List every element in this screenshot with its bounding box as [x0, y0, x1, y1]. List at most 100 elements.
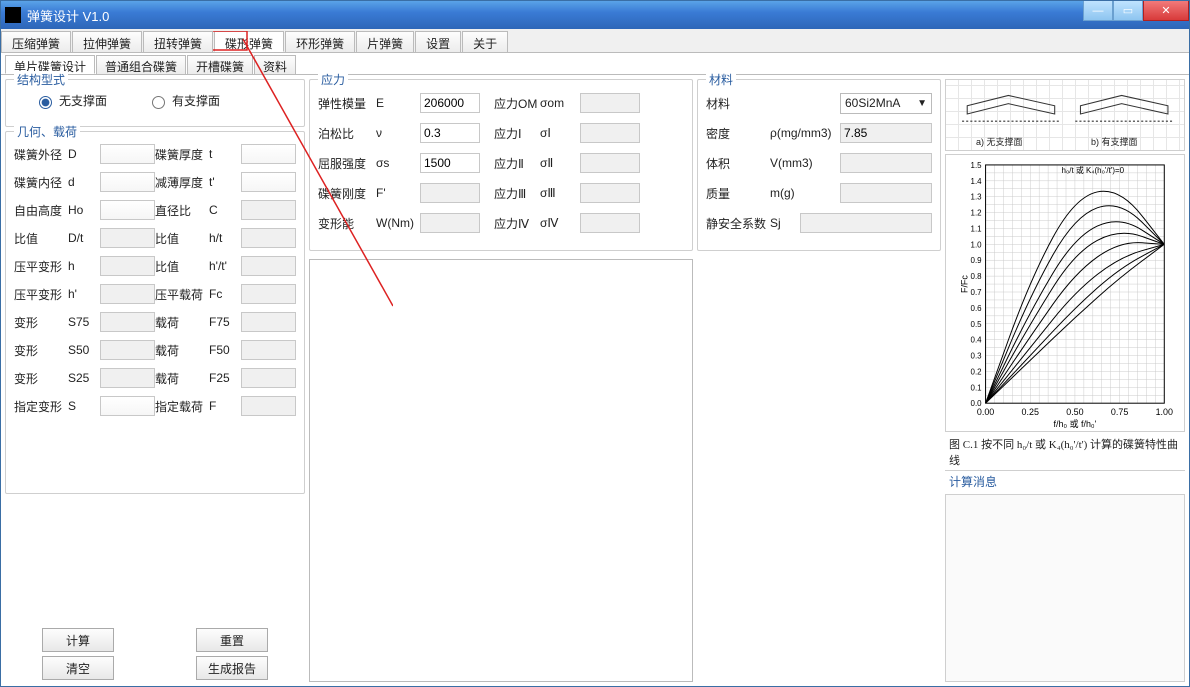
mass-unit: m(g)	[770, 186, 836, 200]
tab-torsion[interactable]: 扭转弹簧	[143, 31, 213, 52]
material-select[interactable]: 60Si2MnA ▼	[840, 93, 932, 114]
geom-symbol: h/t	[209, 231, 237, 245]
preview-panel	[309, 259, 693, 682]
cross-section-diagram: a) 无支撑面 b) 有支撑面	[945, 79, 1185, 151]
close-button[interactable]: ✕	[1143, 1, 1189, 21]
geom-label: 直径比	[155, 202, 205, 219]
titlebar: 弹簧设计 V1.0 — ▭ ✕	[1, 1, 1189, 29]
stress-label: 泊松比	[318, 125, 372, 142]
volume-unit: V(mm3)	[770, 156, 836, 170]
volume-label: 体积	[706, 155, 766, 172]
stress-input-σs[interactable]	[420, 153, 480, 173]
geom-symbol: t	[209, 147, 237, 161]
app-icon	[5, 7, 21, 23]
stress-output-σⅠ	[580, 123, 640, 143]
geom-label: 碟簧厚度	[155, 146, 205, 163]
geom-symbol: S25	[68, 371, 96, 385]
geom-symbol: C	[209, 203, 237, 217]
geom-input-h/t	[241, 228, 296, 248]
svg-text:0.00: 0.00	[977, 407, 994, 417]
geom-label: 比值	[155, 230, 205, 247]
stress-label: 弹性模量	[318, 95, 372, 112]
material-label: 材料	[706, 95, 766, 112]
maximize-button[interactable]: ▭	[1113, 1, 1143, 21]
geom-input-t[interactable]	[241, 144, 296, 164]
stress-label-right: 应力Ⅳ	[494, 215, 540, 232]
geom-label: 压平载荷	[155, 286, 205, 303]
app-title: 弹簧设计 V1.0	[27, 6, 109, 25]
geom-input-h	[100, 256, 155, 276]
radio-with-support[interactable]: 有支撑面	[147, 92, 220, 109]
stress-symbol: ν	[376, 126, 416, 140]
svg-text:0.50: 0.50	[1066, 407, 1083, 417]
geom-input-S75	[100, 312, 155, 332]
svg-text:1.3: 1.3	[971, 193, 983, 202]
stress-label: 屈服强度	[318, 155, 372, 172]
volume-input	[840, 153, 932, 173]
density-input[interactable]	[840, 123, 932, 143]
geom-label: 变形	[14, 314, 64, 331]
geom-symbol: Fc	[209, 287, 237, 301]
geom-input-F75	[241, 312, 296, 332]
tab-disc[interactable]: 碟形弹簧	[214, 31, 284, 52]
geom-label: 载荷	[155, 370, 205, 387]
main-tab-bar: 压缩弹簧 拉伸弹簧 扭转弹簧 碟形弹簧 环形弹簧 片弹簧 设置 关于	[1, 29, 1189, 53]
stress-label-right: 应力Ⅲ	[494, 185, 540, 202]
radio-no-support[interactable]: 无支撑面	[34, 92, 107, 109]
radio-with-support-input[interactable]	[152, 96, 165, 109]
geom-symbol: t'	[209, 175, 237, 189]
chart-box: 0.000.250.500.751.000.00.10.20.30.40.50.…	[945, 154, 1185, 432]
geom-symbol: F25	[209, 371, 237, 385]
geom-input-Ho[interactable]	[100, 200, 155, 220]
geom-symbol: D/t	[68, 231, 96, 245]
stress-input-ν[interactable]	[420, 123, 480, 143]
geom-label: 变形	[14, 370, 64, 387]
geom-input-d[interactable]	[100, 172, 155, 192]
tab-compression[interactable]: 压缩弹簧	[1, 31, 71, 52]
calc-button[interactable]: 计算	[42, 628, 114, 652]
message-box	[945, 494, 1185, 682]
geom-input-D[interactable]	[100, 144, 155, 164]
stress-symbol-right: σom	[540, 96, 580, 110]
report-button[interactable]: 生成报告	[196, 656, 268, 680]
geom-symbol: S50	[68, 343, 96, 357]
geom-input-S[interactable]	[100, 396, 155, 416]
svg-text:0.7: 0.7	[971, 288, 983, 297]
geom-input-F	[241, 396, 296, 416]
stress-label: 碟簧刚度	[318, 185, 372, 202]
geom-input-C	[241, 200, 296, 220]
tab-ring[interactable]: 环形弹簧	[285, 31, 355, 52]
stress-input-F'	[420, 183, 480, 203]
safety-symbol: Sj	[770, 216, 796, 230]
chart-caption: 图 C.1 按不同 h₀/t 或 K₄(h₀'/t') 计算的碟簧特性曲线	[945, 434, 1185, 471]
stress-label-right: 应力OM	[494, 95, 540, 112]
geom-input-h'/t'	[241, 256, 296, 276]
stress-symbol-right: σⅠ	[540, 126, 580, 140]
svg-text:F/Fc: F/Fc	[960, 275, 970, 293]
density-label: 密度	[706, 125, 766, 142]
geom-input-h'	[100, 284, 155, 304]
reset-button[interactable]: 重置	[196, 628, 268, 652]
stress-symbol-right: σⅣ	[540, 216, 580, 230]
subtab-combined[interactable]: 普通组合碟簧	[96, 55, 186, 74]
radio-no-support-input[interactable]	[39, 96, 52, 109]
svg-text:0.2: 0.2	[971, 367, 983, 376]
tab-about[interactable]: 关于	[462, 31, 508, 52]
geom-input-S25	[100, 368, 155, 388]
tab-extension[interactable]: 拉伸弹簧	[72, 31, 142, 52]
subtab-reference[interactable]: 资料	[254, 55, 296, 74]
stress-input-E[interactable]	[420, 93, 480, 113]
tab-leaf[interactable]: 片弹簧	[356, 31, 414, 52]
minimize-button[interactable]: —	[1083, 1, 1113, 21]
structure-title: 结构型式	[14, 71, 68, 88]
geom-input-t'[interactable]	[241, 172, 296, 192]
subtab-slotted[interactable]: 开槽碟簧	[187, 55, 253, 74]
clear-button[interactable]: 清空	[42, 656, 114, 680]
svg-text:0.75: 0.75	[1111, 407, 1128, 417]
stress-label-right: 应力Ⅰ	[494, 125, 540, 142]
geom-symbol: h	[68, 259, 96, 273]
svg-text:0.0: 0.0	[971, 399, 983, 408]
svg-text:1.00: 1.00	[1156, 407, 1173, 417]
tab-settings[interactable]: 设置	[415, 31, 461, 52]
geometry-group: 几何、载荷 碟簧外径D碟簧厚度t碟簧内径d减薄厚度t'自由高度Ho直径比C比值D…	[5, 131, 305, 494]
